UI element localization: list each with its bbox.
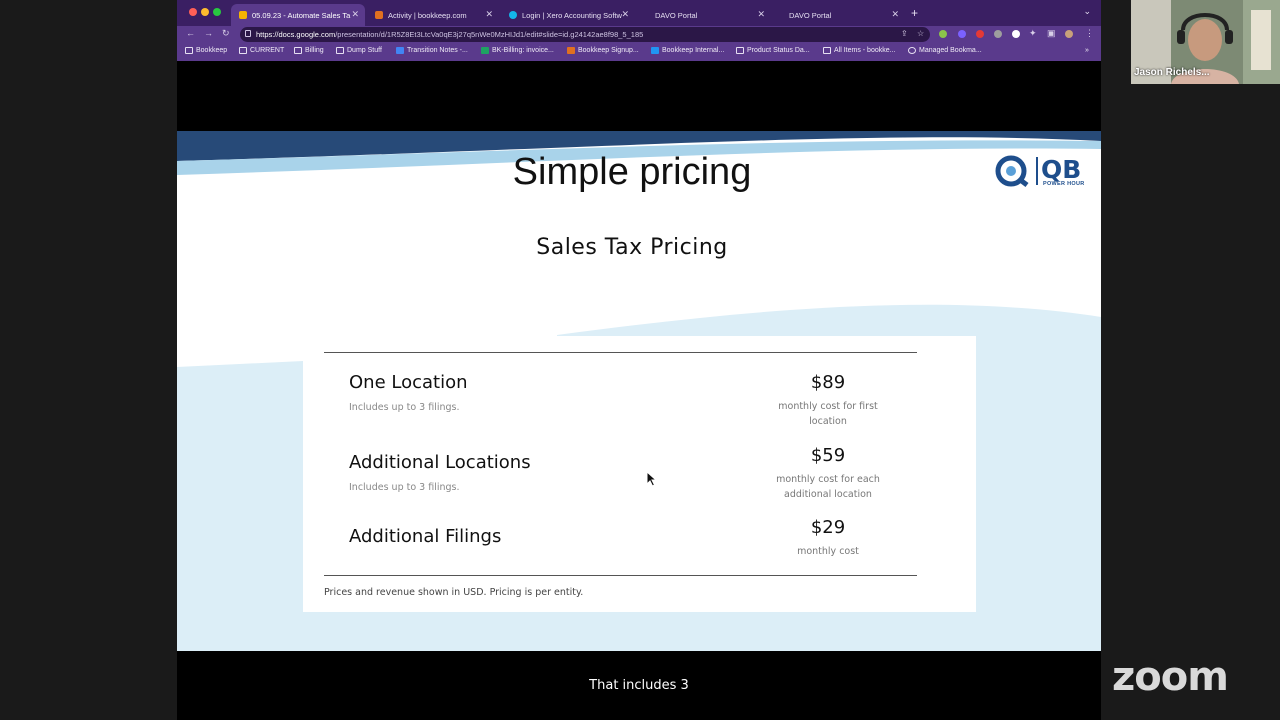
tab-bar: 05.09.23 - Automate Sales Ta ✕ Activity … bbox=[177, 0, 1101, 26]
new-tab-button[interactable]: + bbox=[911, 6, 918, 20]
more-bookmarks-chevron-icon[interactable]: » bbox=[1085, 47, 1089, 54]
tab-activity[interactable]: Activity | bookkeep.com ✕ bbox=[367, 4, 499, 26]
live-caption: That includes 3 bbox=[589, 678, 689, 693]
bookkeep-favicon-icon bbox=[375, 11, 383, 19]
profile-avatar[interactable] bbox=[1065, 30, 1073, 38]
share-icon[interactable]: ⇪ bbox=[901, 29, 908, 38]
reload-icon[interactable]: ↻ bbox=[222, 28, 230, 39]
folder-icon bbox=[239, 47, 247, 54]
bookmark-item[interactable]: Dump Stuff bbox=[336, 47, 382, 54]
pricing-bottom-divider bbox=[324, 575, 917, 576]
participant-name: Jason Richels... bbox=[1134, 67, 1210, 78]
tab-davo-2[interactable]: DAVO Portal ✕ bbox=[781, 4, 905, 26]
plan-price-note: monthly cost for each additional locatio… bbox=[776, 474, 880, 500]
extension-icon[interactable] bbox=[976, 30, 984, 38]
presentation-slide: Simple pricing QB POWER HOUR Sales Tax P… bbox=[177, 131, 1101, 651]
xero-favicon-icon bbox=[509, 11, 517, 19]
logo-text: QB bbox=[1041, 155, 1082, 184]
tab-label: Activity | bookkeep.com bbox=[388, 10, 467, 20]
tab-search-chevron-icon[interactable]: ⌄ bbox=[1083, 6, 1091, 17]
caption-bar: That includes 3 bbox=[177, 651, 1101, 720]
bookmark-item[interactable]: Bookkeep bbox=[185, 47, 227, 54]
page-icon bbox=[823, 47, 831, 54]
maximize-window-button[interactable] bbox=[213, 8, 221, 16]
page-icon bbox=[651, 47, 659, 54]
plan-price-note: monthly cost for first location bbox=[778, 401, 878, 427]
tab-label: 05.09.23 - Automate Sales Ta bbox=[252, 10, 351, 20]
url-host: https://docs.google.com bbox=[256, 30, 336, 39]
bookmark-item[interactable]: Bookkeep Signup... bbox=[567, 47, 639, 54]
close-tab-icon[interactable]: ✕ bbox=[757, 9, 765, 20]
page-icon bbox=[736, 47, 744, 54]
bookmark-item[interactable]: All Items - bookke... bbox=[823, 47, 895, 54]
slides-favicon-icon bbox=[239, 11, 247, 19]
close-tab-icon[interactable]: ✕ bbox=[485, 9, 493, 20]
plan-price: $89 bbox=[810, 372, 846, 393]
plan-price: $29 bbox=[810, 517, 846, 538]
pricing-footnote: Prices and revenue shown in USD. Pricing… bbox=[324, 587, 584, 598]
plan-price: $59 bbox=[810, 445, 846, 466]
extension-icon[interactable] bbox=[958, 30, 966, 38]
docs-icon bbox=[396, 47, 404, 54]
minimize-window-button[interactable] bbox=[201, 8, 209, 16]
slide-subtitle: Sales Tax Pricing bbox=[536, 235, 728, 260]
tab-label: Login | Xero Accounting Softw bbox=[522, 10, 622, 20]
plan-name: Additional Filings bbox=[349, 526, 502, 547]
bookmark-item[interactable]: Bookkeep Internal... bbox=[651, 47, 724, 54]
close-tab-icon[interactable]: ✕ bbox=[891, 9, 899, 20]
bookkeep-icon bbox=[567, 47, 575, 54]
tab-xero[interactable]: Login | Xero Accounting Softw ✕ bbox=[501, 4, 635, 26]
lock-icon bbox=[245, 30, 251, 37]
tab-slides[interactable]: 05.09.23 - Automate Sales Ta ✕ bbox=[231, 4, 365, 26]
close-tab-icon[interactable]: ✕ bbox=[621, 9, 629, 20]
extension-icon[interactable] bbox=[939, 30, 947, 38]
logo-tagline: POWER HOUR bbox=[1043, 181, 1085, 187]
forward-arrow-icon[interactable]: → bbox=[204, 28, 213, 38]
folder-icon bbox=[185, 47, 193, 54]
back-arrow-icon[interactable]: ← bbox=[186, 28, 195, 38]
close-tab-icon[interactable]: ✕ bbox=[351, 9, 359, 20]
mouse-pointer-icon bbox=[646, 471, 658, 487]
participant-video-tile[interactable]: Jason Richels... bbox=[1131, 0, 1280, 84]
pricing-top-divider bbox=[324, 352, 917, 353]
plan-name: One Location bbox=[349, 372, 468, 393]
plan-description: Includes up to 3 filings. bbox=[349, 482, 460, 493]
tab-davo-1[interactable]: DAVO Portal ✕ bbox=[647, 4, 771, 26]
tab-label: DAVO Portal bbox=[789, 10, 832, 20]
bookmark-item[interactable]: Transition Notes -... bbox=[396, 47, 468, 54]
extensions-puzzle-icon[interactable]: ✦ bbox=[1029, 28, 1037, 39]
address-bar[interactable]: https://docs.google.com/presentation/d/1… bbox=[240, 27, 930, 42]
browser-toolbar: ← → ↻ https://docs.google.com/presentati… bbox=[177, 26, 1101, 43]
sheets-icon bbox=[481, 47, 489, 54]
extension-icon[interactable] bbox=[1012, 30, 1020, 38]
bookmark-item[interactable]: Managed Bookma... bbox=[908, 47, 982, 54]
folder-icon bbox=[294, 47, 302, 54]
screen: 05.09.23 - Automate Sales Ta ✕ Activity … bbox=[0, 0, 1280, 720]
bookmark-star-icon[interactable]: ☆ bbox=[917, 29, 924, 38]
bookmark-item[interactable]: Billing bbox=[294, 47, 324, 54]
bookmark-item[interactable]: CURRENT bbox=[239, 47, 284, 54]
google-icon bbox=[908, 47, 916, 54]
qb-power-hour-logo: QB POWER HOUR bbox=[995, 155, 1090, 189]
url-path: /presentation/d/1R5Z8Et3LtcVa0qE3j27q5nW… bbox=[335, 30, 644, 39]
folder-icon bbox=[336, 47, 344, 54]
extension-icon[interactable] bbox=[994, 30, 1002, 38]
logo-divider bbox=[1036, 157, 1038, 185]
plan-price-note: monthly cost bbox=[797, 546, 859, 557]
bookmarks-bar: Bookkeep CURRENT Billing Dump Stuff Tran… bbox=[177, 43, 1101, 61]
browser-window: 05.09.23 - Automate Sales Ta ✕ Activity … bbox=[177, 0, 1101, 720]
plan-description: Includes up to 3 filings. bbox=[349, 402, 460, 413]
tab-label: DAVO Portal bbox=[655, 10, 698, 20]
plan-name: Additional Locations bbox=[349, 452, 531, 473]
presentation-letterbox-top bbox=[177, 61, 1101, 131]
zoom-watermark-logo: zoom bbox=[1112, 654, 1229, 700]
slide-title: Simple pricing bbox=[512, 151, 752, 193]
bookmark-item[interactable]: BK-Billing: invoice... bbox=[481, 47, 554, 54]
browser-menu-icon[interactable]: ⋮ bbox=[1085, 28, 1094, 39]
bookmark-item[interactable]: Product Status Da... bbox=[736, 47, 810, 54]
logo-mark-icon bbox=[995, 155, 1029, 187]
side-panel-icon[interactable]: ▣ bbox=[1047, 28, 1056, 39]
close-window-button[interactable] bbox=[189, 8, 197, 16]
